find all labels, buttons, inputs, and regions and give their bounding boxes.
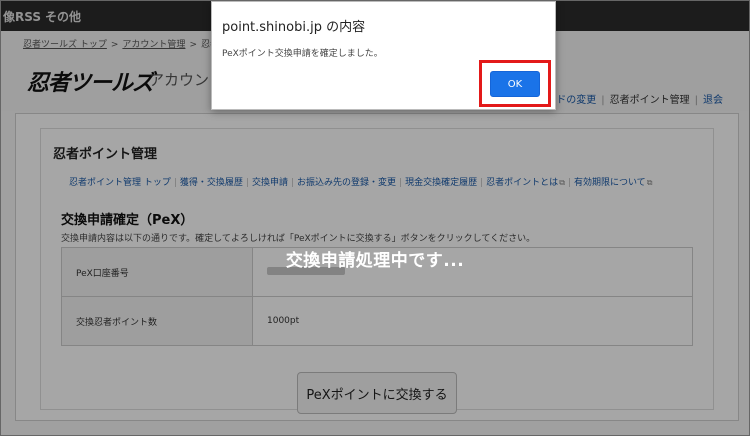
browser-viewport: 像RSS その他 忍者ツールズ トップ > アカウント管理 > 忍者 忍者ツールズ アカ… (0, 0, 750, 436)
dialog-message: PeXポイント交換申請を確定しました。 (222, 49, 383, 59)
processing-message: 交換申請処理中です... (285, 251, 465, 271)
ok-highlight-box: OK (479, 60, 551, 107)
ok-button[interactable]: OK (490, 71, 540, 97)
dialog-title: point.shinobi.jp の内容 (222, 20, 366, 35)
alert-dialog: point.shinobi.jp の内容 PeXポイント交換申請を確定しました。… (211, 1, 556, 110)
